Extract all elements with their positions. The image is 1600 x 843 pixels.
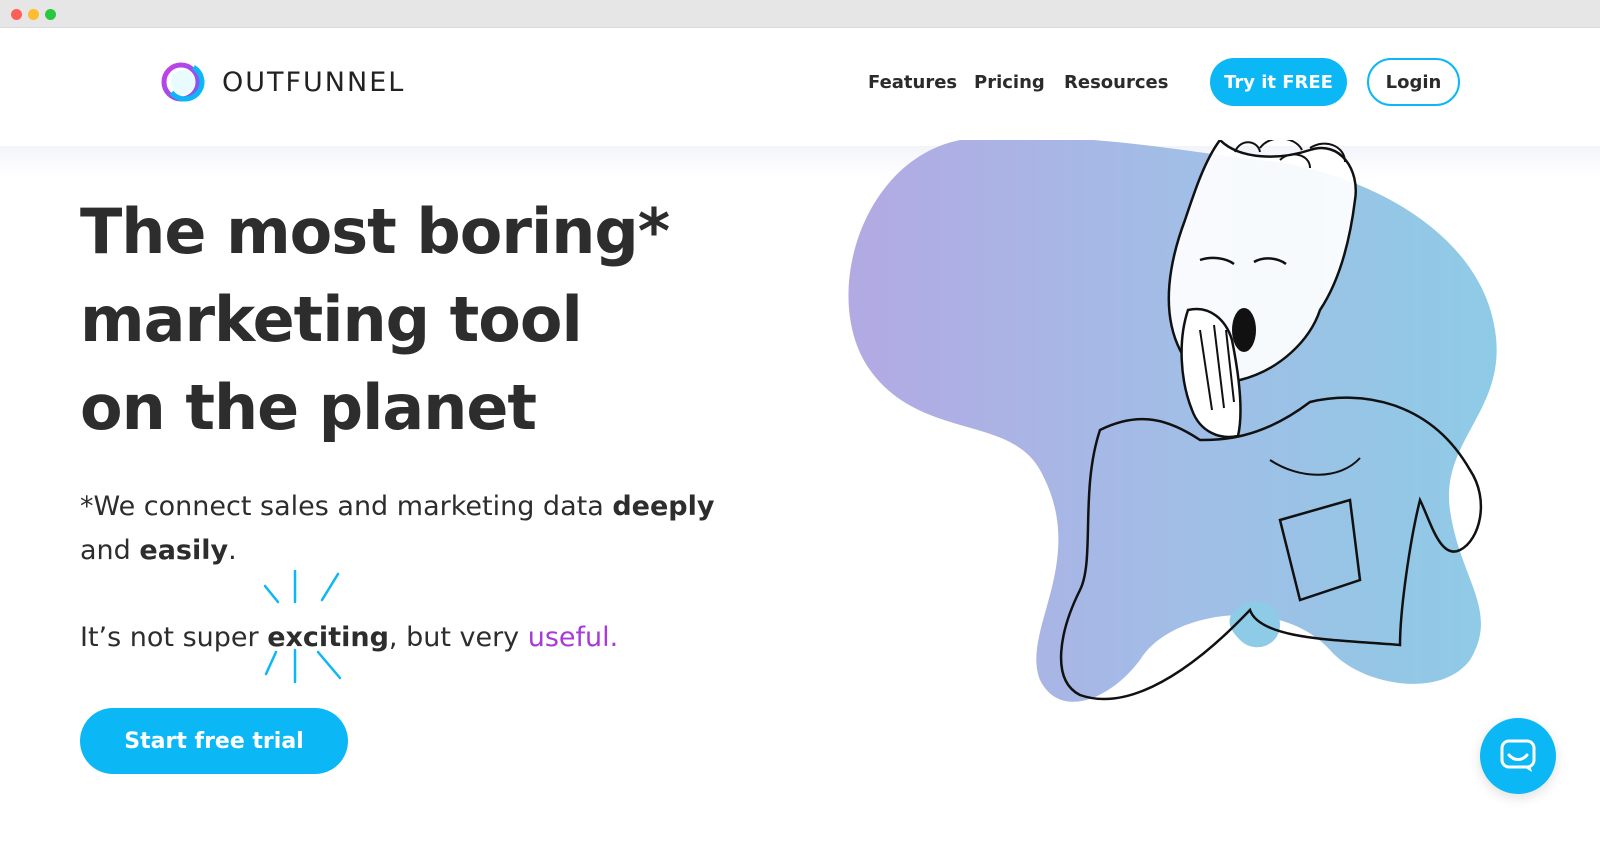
headline-line-1: The most boring* (80, 195, 670, 268)
tagline-bold-exciting: exciting (267, 622, 389, 653)
minimize-window-icon[interactable] (28, 9, 39, 20)
hero-tagline: It’s not super exciting, but very useful… (80, 616, 780, 660)
headline-line-2: marketing tool (80, 283, 583, 356)
nav-link-resources[interactable]: Resources (1064, 58, 1168, 106)
browser-window: OUTFUNNEL Features Pricing Resources Try… (0, 0, 1600, 843)
window-titlebar (0, 0, 1600, 28)
description-text: *We connect sales and marketing data (80, 491, 613, 522)
close-window-icon[interactable] (11, 9, 22, 20)
tagline-highlight-useful: useful. (527, 622, 619, 653)
description-text: and (80, 535, 140, 566)
chat-bubble-icon (1500, 739, 1536, 772)
chat-launcher-button[interactable] (1480, 718, 1556, 794)
tagline-text: It’s not super (80, 622, 268, 653)
nav-link-features[interactable]: Features (868, 58, 957, 106)
brand-logo[interactable]: OUTFUNNEL (160, 60, 460, 104)
hero-description: *We connect sales and marketing data dee… (80, 485, 770, 573)
headline-line-3: on the planet (80, 371, 537, 444)
description-bold-easily: easily (139, 535, 229, 566)
yawning-person-illustration (848, 140, 1497, 702)
brand-name: OUTFUNNEL (222, 66, 406, 98)
start-free-trial-button[interactable]: Start free trial (80, 708, 348, 774)
login-button[interactable]: Login (1367, 58, 1460, 106)
hero-headline: The most boring* marketing tool on the p… (80, 188, 780, 452)
nav-link-pricing[interactable]: Pricing (974, 58, 1045, 106)
try-free-button[interactable]: Try it FREE (1210, 58, 1347, 106)
description-bold-deeply: deeply (612, 491, 715, 522)
logo-ring-icon (160, 59, 206, 105)
description-text: . (228, 535, 237, 566)
maximize-window-icon[interactable] (45, 9, 56, 20)
tagline-text: , but very (388, 622, 528, 653)
